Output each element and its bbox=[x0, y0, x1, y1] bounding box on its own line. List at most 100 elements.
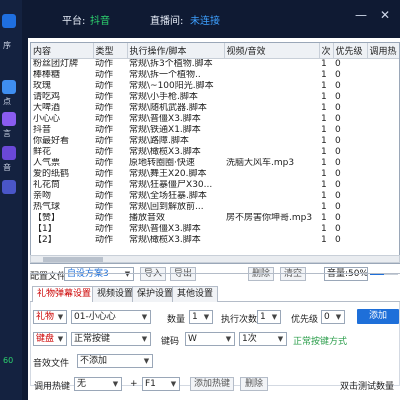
chevron-down-icon: ▼ bbox=[203, 313, 210, 321]
table-row[interactable]: 请吃鸡 动作 常规\小手枪.脚本 1 0 bbox=[31, 92, 399, 103]
trigger-type-select[interactable]: 礼物 ▼ bbox=[33, 310, 67, 324]
table-cell bbox=[224, 70, 319, 81]
sidebar-label: 60 bbox=[3, 356, 14, 365]
table-cell: 房不房害你坤哥.mp3 bbox=[226, 213, 313, 223]
key-code-select[interactable]: W ▼ bbox=[185, 332, 235, 346]
column-header[interactable]: 类型 bbox=[93, 43, 128, 59]
table-row[interactable]: 【赞】 动作 播放音效 房不房害你坤哥.mp3 1 0 bbox=[31, 213, 399, 224]
hotkey-modifier-select[interactable]: 无 ▼ bbox=[74, 377, 122, 391]
table-cell: 1 bbox=[321, 147, 327, 157]
chevron-down-icon: ▼ bbox=[57, 313, 64, 321]
table-cell: 动作 bbox=[95, 103, 114, 113]
table-cell: 1 bbox=[321, 158, 327, 168]
table-row[interactable]: 人气票 动作 原地转圈圈·快速 洗脑大风车.mp3 1 0 bbox=[31, 158, 399, 169]
input-device-select[interactable]: 键盘 ▼ bbox=[33, 332, 67, 346]
tab-other[interactable]: 其他设置 bbox=[172, 286, 219, 302]
table-row[interactable]: 礼花筒 动作 常规\狂暴僵尸X30... 1 0 bbox=[31, 180, 399, 191]
table-row[interactable]: 鲜花 动作 常规\橄榄X3.脚本 1 0 bbox=[31, 147, 399, 158]
add-button[interactable]: 添加 bbox=[357, 309, 399, 324]
table-cell: 0 bbox=[335, 202, 341, 212]
action-table: 内容 类型 执行操作/脚本 视频/音效 次 优先级 调用热 粉丝团灯牌 动作 常规\… bbox=[30, 42, 400, 264]
gift-form: 礼物 ▼ 01-小心心 ▼ 数量 1 ▼ 执行次数 1 ▼ 优先级 0 ▼ 添加… bbox=[30, 302, 400, 386]
table-cell: 动作 bbox=[95, 191, 114, 201]
sound-file-select[interactable]: 不添加 ▼ bbox=[77, 354, 153, 368]
table-row[interactable]: 棒棒糖 动作 常规\拆一个植物.. 1 0 bbox=[31, 70, 399, 81]
table-cell: 亲吻 bbox=[33, 191, 52, 201]
sidebar-label: 言 bbox=[3, 129, 11, 138]
table-row[interactable]: 热气球 动作 常规\回到解放前... 1 0 bbox=[31, 202, 399, 213]
table-cell: 粉丝团灯牌 bbox=[33, 59, 79, 69]
table-row[interactable]: 【1】 动作 常规\普僵X3.脚本 1 0 bbox=[31, 224, 399, 235]
column-header[interactable]: 次 bbox=[319, 43, 334, 59]
table-cell: 0 bbox=[335, 180, 341, 190]
table-cell bbox=[367, 125, 399, 136]
hotkey-key-select[interactable]: F1 ▼ bbox=[142, 377, 180, 391]
table-cell: 1 bbox=[321, 169, 327, 179]
table-header: 内容 类型 执行操作/脚本 视频/音效 次 优先级 调用热 bbox=[31, 43, 399, 59]
table-cell bbox=[224, 81, 319, 92]
key-times-value: 1次 bbox=[242, 334, 257, 344]
table-row[interactable]: 玫瑰 动作 常规\~100阳光.脚本 1 0 bbox=[31, 81, 399, 92]
table-cell: 礼花筒 bbox=[33, 180, 61, 190]
column-header[interactable]: 视频/音效 bbox=[224, 43, 320, 59]
table-cell: 请吃鸡 bbox=[33, 92, 61, 102]
table-cell: 【2】 bbox=[33, 235, 57, 245]
table-cell: 常规\回到解放前... bbox=[129, 202, 204, 212]
table-cell: 1 bbox=[321, 235, 327, 245]
table-row[interactable]: 粉丝团灯牌 动作 常规\拆3个植物.脚本 1 0 bbox=[31, 59, 399, 71]
column-header[interactable]: 调用热 bbox=[367, 43, 399, 59]
key-mode-select[interactable]: 正常按键 ▼ bbox=[71, 332, 151, 346]
table-row[interactable]: 你最好看 动作 常规\路障.脚本 1 0 bbox=[31, 136, 399, 147]
add-hotkey-button[interactable]: 添加热键 bbox=[190, 377, 234, 391]
table-cell: 常规\全场狂暴.脚本 bbox=[129, 191, 207, 201]
table-cell bbox=[367, 81, 399, 92]
table-cell: 0 bbox=[335, 191, 341, 201]
table-cell bbox=[224, 180, 319, 191]
table-row[interactable]: 亲吻 动作 常规\全场狂暴.脚本 1 0 bbox=[31, 191, 399, 202]
table-cell: 0 bbox=[335, 147, 341, 157]
table-cell bbox=[224, 136, 319, 147]
table-cell: 动作 bbox=[95, 147, 114, 157]
key-mode-hint: 正常按键方式 bbox=[293, 337, 348, 347]
exec-count-value: 1 bbox=[260, 312, 266, 322]
trigger-type-value: 礼物 bbox=[36, 312, 55, 322]
hotkey-label: 调用热键 bbox=[34, 382, 71, 392]
exec-count-input[interactable]: 1 ▼ bbox=[257, 310, 281, 324]
main-panel: 内容 类型 执行操作/脚本 视频/音效 次 优先级 调用热 粉丝团灯牌 动作 常规\… bbox=[28, 38, 400, 400]
table-row[interactable]: 大啤酒 动作 常规\随机武器.脚本 1 0 bbox=[31, 103, 399, 114]
column-header[interactable]: 执行操作/脚本 bbox=[127, 43, 225, 59]
tab-gift-danmaku[interactable]: 礼物弹幕设置 bbox=[32, 286, 97, 303]
settings-icon[interactable] bbox=[2, 180, 16, 194]
table-row[interactable]: 抖音 动作 常规\铁通X1.脚本 1 0 bbox=[31, 125, 399, 136]
column-header[interactable]: 内容 bbox=[31, 43, 94, 59]
table-cell: 常规\~100阳光.脚本 bbox=[129, 81, 214, 91]
delete-hotkey-button[interactable]: 删除 bbox=[240, 377, 268, 391]
chevron-down-icon: ▼ bbox=[143, 357, 150, 365]
quantity-input[interactable]: 1 ▼ bbox=[189, 310, 213, 324]
table-cell: 0 bbox=[335, 224, 341, 234]
close-icon[interactable]: ✕ bbox=[378, 8, 392, 22]
table-row[interactable]: 小心心 动作 常规\普僵X3.脚本 1 0 bbox=[31, 114, 399, 125]
priority-input[interactable]: 0 ▼ bbox=[321, 310, 345, 324]
column-header[interactable]: 优先级 bbox=[333, 43, 368, 59]
minimize-icon[interactable]: — bbox=[354, 8, 368, 22]
table-row[interactable]: 【2】 动作 常规\橄榄X3.脚本 1 0 bbox=[31, 235, 399, 246]
app-icon[interactable] bbox=[2, 14, 16, 28]
table-cell bbox=[224, 114, 319, 125]
key-times-select[interactable]: 1次 ▼ bbox=[239, 332, 287, 346]
table-cell bbox=[224, 169, 319, 180]
plus-label: + bbox=[130, 379, 138, 389]
table-cell: 0 bbox=[335, 92, 341, 102]
table-cell: 1 bbox=[321, 191, 327, 201]
audio-icon[interactable] bbox=[2, 146, 16, 160]
table-cell: 动作 bbox=[95, 92, 114, 102]
room-value: 未连接 bbox=[190, 16, 220, 27]
table-row[interactable]: 爱的纸鹤 动作 常规\舞王X20.脚本 1 0 bbox=[31, 169, 399, 180]
table-cell: 1 bbox=[321, 81, 327, 91]
table-cell bbox=[224, 235, 319, 246]
table-cell: 洗脑大风车.mp3 bbox=[226, 158, 295, 168]
gift-select[interactable]: 01-小心心 ▼ bbox=[71, 310, 151, 324]
chat-icon[interactable] bbox=[2, 112, 16, 126]
table-cell: 【赞】 bbox=[33, 213, 61, 223]
menu-icon[interactable] bbox=[2, 80, 16, 94]
